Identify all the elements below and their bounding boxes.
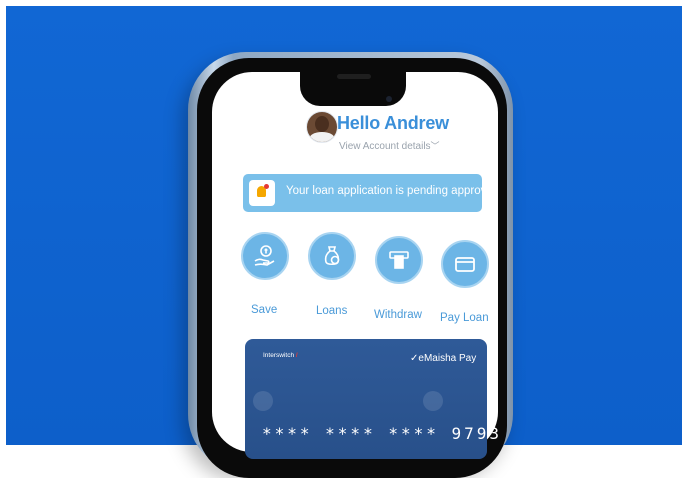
account-link-label: View Account details	[339, 141, 431, 152]
speaker-grille	[337, 74, 371, 79]
save-button[interactable]	[241, 232, 289, 280]
withdraw-button[interactable]	[375, 236, 423, 284]
card-number: **** **** **** 9793	[262, 424, 503, 443]
card-issuer: Interswitch /	[263, 352, 298, 359]
loan-status-text: Your loan application is pending approva…	[286, 185, 496, 197]
pay-loan-button[interactable]	[441, 240, 489, 288]
pay-loan-label: Pay Loan	[440, 312, 489, 324]
savings-hand-icon	[254, 245, 275, 266]
withdraw-label: Withdraw	[374, 309, 422, 321]
loans-button[interactable]	[308, 232, 356, 280]
atm-withdraw-icon	[389, 251, 409, 269]
save-label: Save	[251, 304, 278, 316]
bell-icon	[249, 180, 275, 206]
chevron-down-icon: ﹀	[430, 141, 440, 151]
card-brand-label: eMaisha Pay	[418, 353, 477, 364]
card-brand: ✓eMaisha Pay	[410, 353, 476, 364]
view-account-details-link[interactable]: View Account details﹀	[339, 139, 440, 152]
greeting-title: Hello Andrew	[337, 113, 449, 133]
loans-label: Loans	[316, 305, 348, 317]
loan-bag-icon	[324, 246, 340, 266]
avatar[interactable]	[306, 111, 338, 143]
front-camera	[386, 96, 392, 102]
card-issuer-label: Interswitch	[263, 352, 295, 359]
card-icon	[455, 257, 475, 272]
